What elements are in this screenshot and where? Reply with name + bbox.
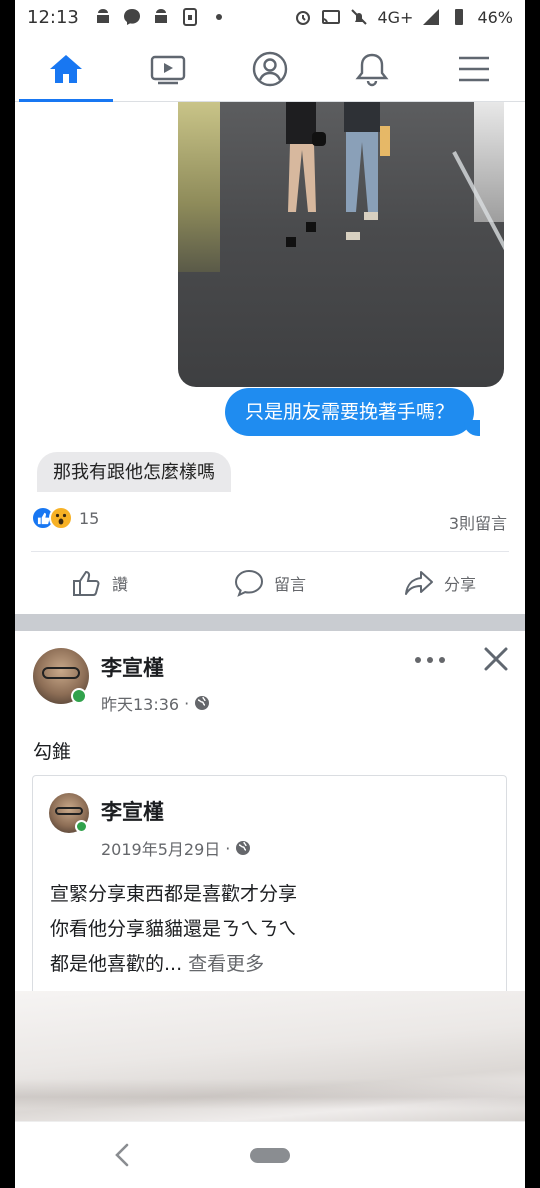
shared-text-line: 你看他分享貓貓還是ㄋㄟㄋㄟ	[50, 918, 298, 940]
chat-bubble-incoming: 那我有跟他怎麼樣嗎	[37, 452, 231, 492]
sim-icon	[183, 8, 197, 26]
dot-icon	[216, 14, 222, 20]
image-fabric-fold	[15, 1079, 525, 1109]
comment-button[interactable]: 留言	[185, 552, 355, 614]
menu-icon	[459, 56, 489, 82]
alarm-icon	[296, 11, 311, 25]
avatar-glasses	[41, 667, 81, 680]
close-icon[interactable]	[483, 646, 509, 672]
share-icon	[404, 571, 433, 595]
cast-icon	[322, 10, 341, 24]
top-tab-bar	[15, 36, 525, 102]
screen: 12:13 4G+ 46% 只是朋友需要挽著手嗎？ 那我有跟他怎麼樣嗎 15 3…	[15, 0, 525, 1188]
status-bar: 12:13 4G+ 46%	[15, 0, 525, 36]
share-label: 分享	[443, 575, 476, 594]
photo-person	[344, 102, 390, 240]
chat-screenshot-photo[interactable]	[178, 102, 504, 387]
messenger-icon	[124, 9, 140, 25]
shared-post-card[interactable]: 李宣槿 2019年5月29日 · 宣緊分享東西都是喜歡才分享 你看他分享貓貓還是…	[32, 775, 507, 991]
shared-author-name[interactable]: 李宣槿	[101, 796, 164, 826]
tab-watch[interactable]	[117, 36, 219, 102]
watch-icon	[150, 55, 186, 85]
android-icon	[97, 9, 109, 23]
battery-percent: 46%	[477, 7, 513, 27]
thumbs-up-icon	[72, 570, 100, 596]
shared-post-text: 宣緊分享東西都是喜歡才分享 你看他分享貓貓還是ㄋㄟㄋㄟ 都是他喜歡的... 查看…	[50, 877, 297, 982]
like-button[interactable]: 讚	[15, 552, 185, 614]
wow-reaction-icon	[49, 506, 73, 530]
battery-icon	[455, 9, 464, 25]
see-more-link[interactable]: 查看更多	[188, 953, 264, 975]
home-icon	[50, 55, 82, 83]
avatar-glasses	[55, 806, 83, 816]
clock: 12:13	[27, 7, 79, 28]
shared-post-meta: 2019年5月29日 ·	[101, 836, 251, 860]
globe-icon	[236, 841, 251, 855]
comment-icon	[234, 569, 263, 597]
shared-text-line: 都是他喜歡的... 查看更多	[50, 947, 297, 982]
android-icon	[155, 9, 167, 23]
post-timestamp[interactable]: 昨天13:36	[101, 691, 179, 715]
meta-separator: ·	[225, 838, 231, 858]
comment-label: 留言	[273, 575, 306, 594]
like-label: 讚	[111, 575, 128, 594]
mute-icon	[351, 9, 368, 25]
post-author-name[interactable]: 李宣槿	[101, 652, 164, 682]
meta-separator: ·	[184, 693, 190, 713]
online-status-dot	[71, 688, 87, 704]
reaction-count: 15	[79, 508, 100, 528]
photo-stall	[178, 102, 220, 272]
photo-person	[286, 102, 326, 247]
more-options-button[interactable]	[415, 650, 445, 670]
tab-profile[interactable]	[219, 36, 321, 102]
comment-count-link[interactable]: 3則留言	[449, 510, 507, 534]
notification-icons	[93, 7, 229, 27]
feed-separator	[15, 614, 525, 631]
post-actions: 讚 留言 分享	[15, 552, 525, 614]
profile-icon	[252, 51, 288, 87]
shared-post-date[interactable]: 2019年5月29日	[101, 836, 220, 860]
back-icon[interactable]	[113, 1142, 131, 1168]
tab-notifications[interactable]	[321, 36, 423, 102]
share-button[interactable]: 分享	[355, 552, 525, 614]
system-navigation-bar	[15, 1121, 525, 1188]
shared-post-image[interactable]	[15, 991, 525, 1121]
network-label: 4G+	[377, 7, 414, 27]
home-pill-button[interactable]	[250, 1148, 290, 1163]
chat-bubble-outgoing: 只是朋友需要挽著手嗎？	[225, 388, 481, 436]
bell-icon	[355, 53, 389, 87]
signal-icon	[423, 9, 440, 25]
shared-text-line-3: 都是他喜歡的...	[50, 953, 183, 975]
online-status-dot	[75, 820, 88, 833]
post-meta: 昨天13:36 ·	[101, 691, 210, 715]
reactions-summary[interactable]: 15	[31, 506, 99, 530]
globe-icon	[195, 696, 210, 710]
tab-menu[interactable]	[423, 36, 525, 102]
shared-text-line: 宣緊分享東西都是喜歡才分享	[50, 883, 298, 905]
post-text: 勾錐	[33, 741, 72, 763]
system-status: 4G+ 46%	[293, 7, 513, 27]
tab-home[interactable]	[15, 36, 117, 102]
